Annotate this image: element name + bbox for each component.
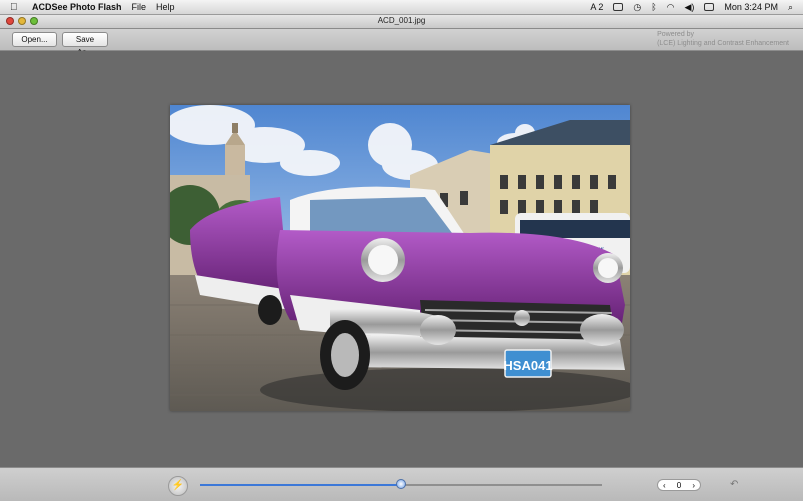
license-plate-text: HSA041	[503, 358, 552, 373]
battery-icon[interactable]	[704, 3, 715, 11]
menu-help[interactable]: Help	[156, 2, 175, 12]
menu-app-name[interactable]: ACDSee Photo Flash	[32, 2, 122, 12]
value-stepper[interactable]: ‹ 0 ›	[657, 479, 701, 491]
clock[interactable]: Mon 3:24 PM	[724, 2, 778, 12]
window-title-bar: ACD_001.jpg	[0, 15, 803, 29]
save-as-button[interactable]: Save As...	[62, 32, 108, 57]
input-source-badge[interactable]: A 2	[590, 2, 603, 12]
open-button[interactable]: Open...	[12, 32, 57, 47]
photo-preview: novotur	[170, 105, 630, 411]
stepper-value[interactable]: 0	[677, 481, 681, 490]
undo-icon[interactable]: ↶	[730, 479, 738, 490]
enhancement-slider[interactable]	[200, 479, 602, 489]
toolbar: Open... Save As... Powered by (LCE) Ligh…	[0, 29, 803, 57]
status-area: A 2 ◷ ᛒ ◠ ◀) Mon 3:24 PM ⌕	[590, 0, 803, 14]
car-photo-illustration: novotur	[170, 105, 630, 411]
slider-knob[interactable]	[396, 479, 406, 489]
powered-by-line1: Powered by	[657, 31, 695, 38]
display-icon[interactable]	[613, 3, 624, 11]
bluetooth-icon[interactable]: ᛒ	[651, 2, 656, 12]
window-title: ACD_001.jpg	[377, 16, 426, 25]
spotlight-search-icon[interactable]: ⌕	[788, 2, 793, 13]
powered-by-line2: (LCE) Lighting and Contrast Enhancement	[657, 40, 789, 47]
menu-file[interactable]: File	[132, 2, 147, 12]
apple-icon[interactable]: 	[10, 2, 26, 13]
stepper-increment-button[interactable]: ›	[692, 481, 695, 490]
volume-icon[interactable]: ◀)	[685, 2, 695, 13]
image-canvas: novotur	[4, 51, 803, 467]
auto-enhance-icon[interactable]: ⚡	[168, 476, 188, 496]
time-machine-icon[interactable]: ◷	[633, 2, 641, 13]
slider-fill	[200, 484, 401, 486]
stepper-decrement-button[interactable]: ‹	[663, 481, 666, 490]
wifi-icon[interactable]: ◠	[667, 2, 675, 13]
menu-bar:  ACDSee Photo Flash File Help A 2 ◷ ᛒ ◠…	[0, 0, 803, 15]
powered-by-note: Powered by (LCE) Lighting and Contrast E…	[657, 30, 789, 48]
bottom-control-bar: ⚡ ‹ 0 › ↶	[0, 467, 803, 501]
